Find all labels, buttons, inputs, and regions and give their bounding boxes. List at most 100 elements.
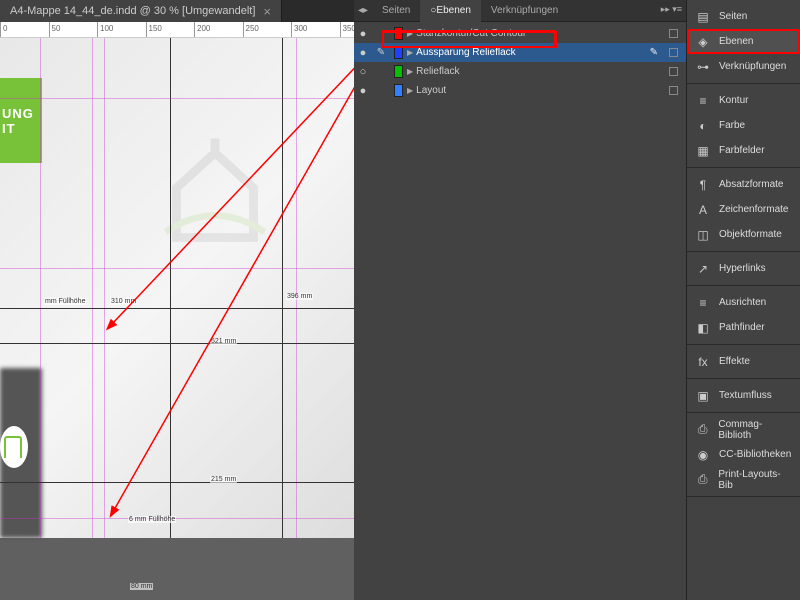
select-square[interactable] — [669, 86, 678, 95]
panel-tab-verknuepfungen[interactable]: Verknüpfungen — [481, 0, 568, 22]
disclosure-icon[interactable]: ▶ — [407, 86, 413, 95]
rail-item-print-layouts-bib[interactable]: ⎙Print-Layouts-Bib — [687, 467, 800, 492]
pathfinder-icon: ◧ — [695, 320, 711, 336]
visibility-icon[interactable]: ● — [354, 47, 372, 59]
layer-color-swatch — [394, 27, 403, 40]
print-layouts-bib-icon: ⎙ — [695, 472, 710, 488]
layer-list: ●▶Stanzkontur/Cut Contour●✎▶Aussparung R… — [354, 22, 686, 100]
ruler-tick: 100 — [97, 22, 113, 38]
visibility-icon[interactable]: ○ — [354, 66, 372, 78]
rail-item-label: Ebenen — [719, 36, 753, 47]
document-tab[interactable]: A4-Mappe 14_44_de.indd @ 30 % [Umgewande… — [0, 0, 282, 22]
ruler-tick: 250 — [243, 22, 259, 38]
rail-item-zeichenformate[interactable]: A Zeichenformate — [687, 197, 800, 222]
rail-item-ausrichten[interactable]: ≡ Ausrichten — [687, 290, 800, 315]
measure-6fill: 6 mm Füllhöhe — [128, 516, 176, 523]
layer-name: Aussparung Relieflack — [416, 47, 516, 58]
measure-fill-left: mm Füllhöhe — [44, 298, 86, 305]
layer-color-swatch — [394, 46, 403, 59]
layer-row[interactable]: ○▶Relieflack — [354, 62, 686, 81]
layer-row[interactable]: ●▶Stanzkontur/Cut Contour — [354, 24, 686, 43]
rail-item-farbfelder[interactable]: ▦ Farbfelder — [687, 138, 800, 163]
rail-item-label: Zeichenformate — [719, 204, 788, 215]
visibility-icon[interactable]: ● — [354, 28, 372, 40]
document-tab-title: A4-Mappe 14_44_de.indd @ 30 % [Umgewande… — [10, 5, 255, 17]
panel-tab-ebenen-label: Ebenen — [436, 5, 470, 16]
layer-row[interactable]: ● ▶Layout — [354, 81, 686, 100]
edit-column[interactable]: ✎ — [372, 47, 390, 58]
zeichenformate-icon: A — [695, 202, 711, 218]
ruler-tick: 200 — [194, 22, 210, 38]
panel-collapse-icon[interactable]: ◂▸ — [354, 0, 372, 22]
layers-panel: ◂▸ Seiten ○ Ebenen Verknüpfungen ▸▸ ▾≡ ●… — [354, 0, 686, 600]
disclosure-icon[interactable]: ▶ — [407, 67, 413, 76]
rail-item-textumfluss[interactable]: ▣ Textumfluss — [687, 383, 800, 408]
layer-row[interactable]: ●✎▶Aussparung Relieflack✎ — [354, 43, 686, 62]
rail-item-label: CC-Bibliotheken — [719, 449, 791, 460]
layer-name: Layout — [416, 85, 446, 96]
ruler-tick: 0 — [0, 22, 7, 38]
rail-group: ⎙Commag-Biblioth ◉ CC-Bibliotheken ⎙Print-L… — [687, 413, 800, 497]
watermark-house-icon — [160, 133, 270, 243]
rail-item-effekte[interactable]: fx Effekte — [687, 349, 800, 374]
rail-item-ebenen[interactable]: ◈Ebenen — [687, 29, 800, 54]
rail-item-label: Farbe — [719, 120, 745, 131]
select-square[interactable] — [669, 29, 678, 38]
cc-bibliotheken-icon: ◉ — [695, 447, 711, 463]
rail-item-pathfinder[interactable]: ◧Pathfinder — [687, 315, 800, 340]
measure-215: 215 mm — [210, 476, 237, 483]
panel-tab-strip: ◂▸ Seiten ○ Ebenen Verknüpfungen ▸▸ ▾≡ — [354, 0, 686, 22]
rail-item-label: Hyperlinks — [719, 263, 766, 274]
rail-item-kontur[interactable]: ≡Kontur — [687, 88, 800, 113]
green-text-1: UNG — [2, 106, 42, 121]
rail-item-label: Textumfluss — [719, 390, 772, 401]
rail-item-label: Objektformate — [719, 229, 782, 240]
absatzformate-icon: ¶ — [695, 177, 711, 193]
measure-310: 310 mm — [110, 298, 137, 305]
disclosure-icon[interactable]: ▶ — [407, 48, 413, 57]
rail-item-label: Verknüpfungen — [719, 61, 786, 72]
hyperlinks-icon: ↗ — [695, 261, 711, 277]
rail-item-commag-biblioth[interactable]: ⎙Commag-Biblioth — [687, 417, 800, 442]
rail-item-label: Farbfelder — [719, 145, 765, 156]
rail-item-absatzformate[interactable]: ¶Absatzformate — [687, 172, 800, 197]
document-canvas[interactable]: UNG IT mm Füllhöhe 310 mm 396 mm 521 mm … — [0, 38, 354, 600]
page-spread: UNG IT mm Füllhöhe 310 mm 396 mm 521 mm … — [0, 38, 354, 538]
ausrichten-icon: ≡ — [695, 295, 711, 311]
rail-item-seiten[interactable]: ▤Seiten — [687, 4, 800, 29]
textumfluss-icon: ▣ — [695, 388, 711, 404]
farbfelder-icon: ▦ — [695, 143, 711, 159]
seiten-icon: ▤ — [695, 9, 711, 25]
panel-tab-ebenen[interactable]: ○ Ebenen — [420, 0, 481, 22]
verknüpfungen-icon: ⊶ — [695, 59, 711, 75]
measure-80: 80 mm — [130, 583, 153, 590]
rail-item-hyperlinks[interactable]: ↗ Hyperlinks — [687, 256, 800, 281]
rail-item-label: Effekte — [719, 356, 750, 367]
effekte-icon: fx — [695, 354, 711, 370]
disclosure-icon[interactable]: ▶ — [407, 29, 413, 38]
rail-group: ¶Absatzformate A Zeichenformate ◫ Objektform… — [687, 168, 800, 252]
rail-item-verknüpfungen[interactable]: ⊶ Verknüpfungen — [687, 54, 800, 79]
objektformate-icon: ◫ — [695, 227, 711, 243]
rail-group: ≡ Ausrichten ◧Pathfinder — [687, 286, 800, 345]
rail-item-farbe[interactable]: ◐ Farbe — [687, 113, 800, 138]
rail-item-label: Kontur — [719, 95, 748, 106]
select-square[interactable] — [669, 48, 678, 57]
farbe-icon: ◐ — [695, 118, 711, 134]
ruler-tick: 150 — [146, 22, 162, 38]
rail-item-label: Ausrichten — [719, 297, 766, 308]
panel-menu-icon[interactable]: ▸▸ ▾≡ — [661, 4, 682, 15]
measure-396: 396 mm — [286, 293, 313, 300]
layer-color-swatch — [394, 65, 403, 78]
panel-rail: ▤Seiten◈Ebenen⊶Verknüpfungen≡Kontur◐Farb… — [686, 0, 800, 600]
rail-item-objektformate[interactable]: ◫ Objektformate — [687, 222, 800, 247]
close-icon[interactable]: × — [263, 4, 271, 19]
green-label-box: UNG IT — [0, 78, 42, 163]
rail-item-cc-bibliotheken[interactable]: ◉ CC-Bibliotheken — [687, 442, 800, 467]
horizontal-ruler[interactable]: 050100150200250300350 — [0, 22, 354, 38]
panel-tab-seiten[interactable]: Seiten — [372, 0, 420, 22]
visibility-icon[interactable]: ● — [354, 85, 372, 97]
select-square[interactable] — [669, 67, 678, 76]
ruler-tick: 350 — [340, 22, 355, 38]
rail-group: ▣ Textumfluss — [687, 379, 800, 413]
